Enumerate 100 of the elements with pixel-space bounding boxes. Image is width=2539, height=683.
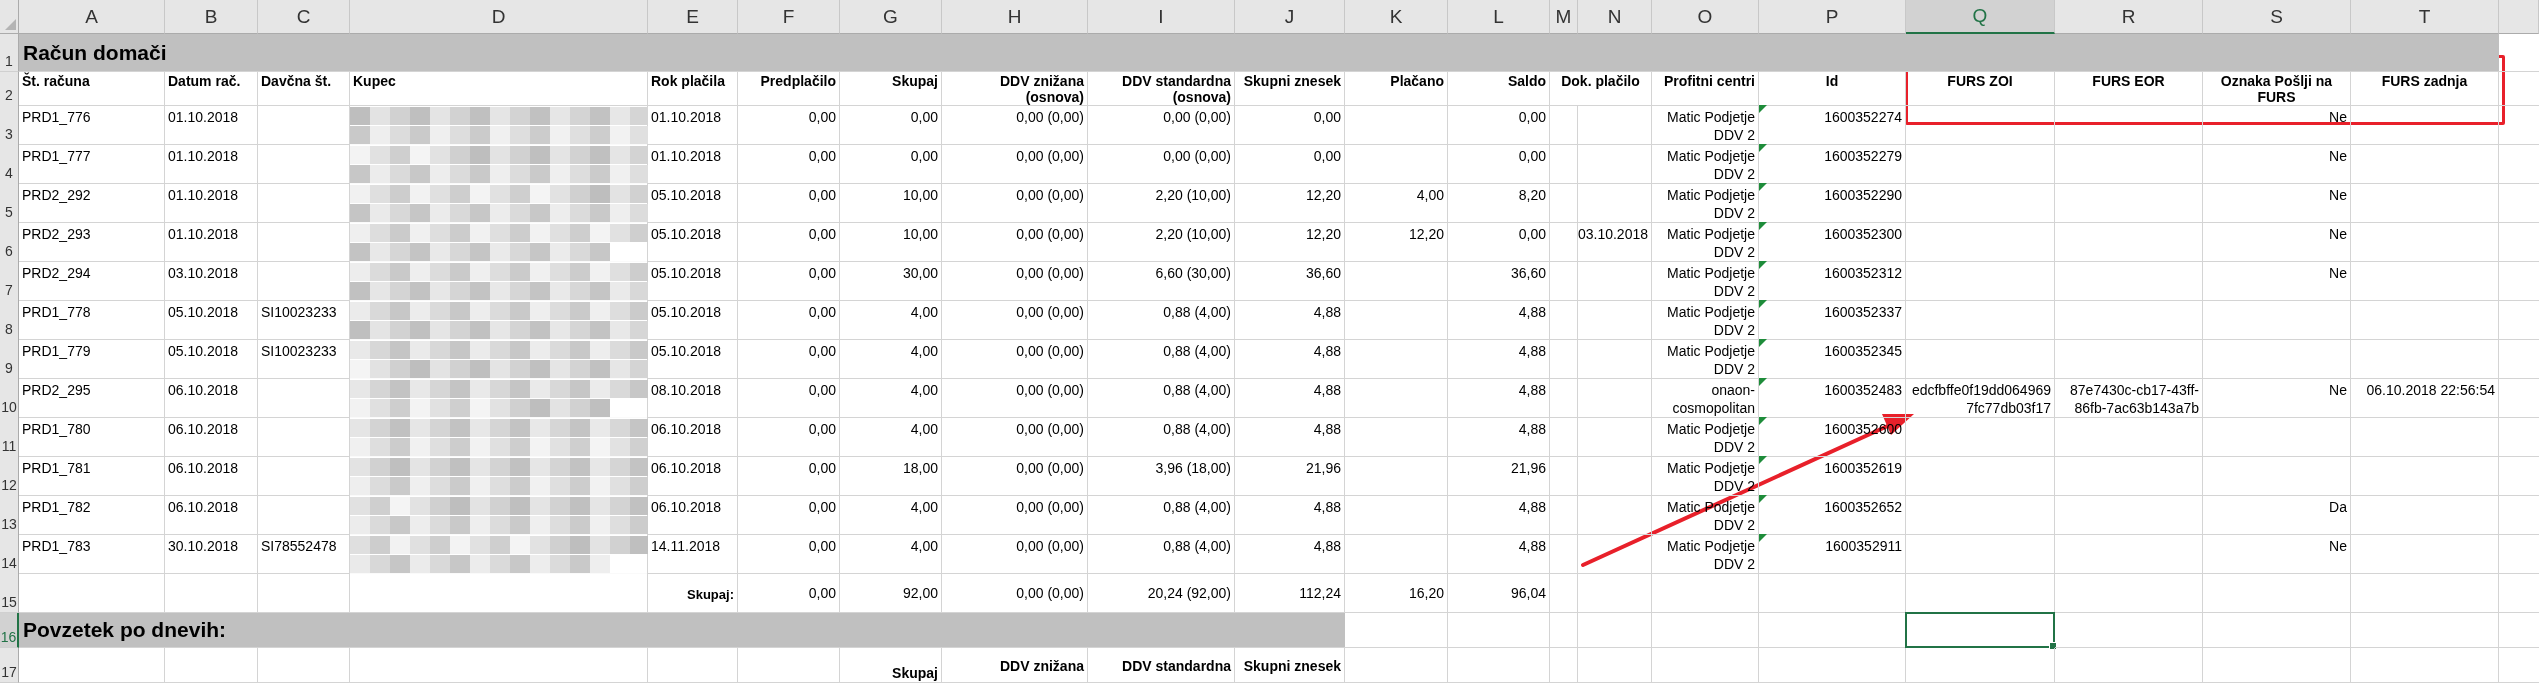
table-cell: 0,00 (0,00) <box>1016 420 1084 438</box>
table-cell: SI10023233 <box>261 303 337 321</box>
table-cell: 4,00 <box>910 420 938 438</box>
column-header[interactable]: S <box>2203 0 2351 34</box>
column-header[interactable]: N <box>1578 0 1652 34</box>
table-cell-text: edcfbffe0f19dd0649697fc77db03f17 <box>1910 381 2051 417</box>
table-cell: 4,88 <box>1313 381 1341 399</box>
column-header[interactable]: D <box>350 0 648 34</box>
table-cell: 0,00 <box>808 186 836 204</box>
table-cell: SI78552478 <box>261 537 337 555</box>
table-cell: 4,00 <box>910 303 938 321</box>
column-title: Skupaj <box>892 664 938 682</box>
table-cell: 0,00 <box>808 537 836 555</box>
table-cell: 0,00 <box>808 459 836 477</box>
table-cell-text: Matic Podjetje DDV 2 <box>1666 264 1755 300</box>
table-cell: 4,88 <box>1313 303 1341 321</box>
row-number[interactable]: 17 <box>0 648 19 683</box>
table-cell: 01.10.2018 <box>168 186 239 204</box>
table-cell: 12,20 <box>1305 225 1341 243</box>
table-cell: 2,20 (10,00) <box>1155 186 1231 204</box>
column-header[interactable]: C <box>258 0 350 34</box>
table-cell: 0,00 (0,00) <box>1016 303 1084 321</box>
row-number[interactable]: 6 <box>0 222 19 262</box>
column-header[interactable]: B <box>165 0 258 34</box>
column-header[interactable]: I <box>1088 0 1235 34</box>
table-cell: 4,88 <box>1518 381 1546 399</box>
table-cell: Ne <box>2329 225 2347 243</box>
table-cell: 08.10.2018 <box>651 381 722 399</box>
row-number[interactable]: 8 <box>0 300 19 340</box>
row-number[interactable]: 13 <box>0 495 19 535</box>
table-cell: 0,88 (4,00) <box>1163 420 1231 438</box>
column-header[interactable]: T <box>2351 0 2499 34</box>
row-number[interactable]: 1 <box>0 34 19 72</box>
row-number[interactable]: 5 <box>0 183 19 223</box>
table-cell: 0,00 <box>808 381 836 399</box>
column-header[interactable]: R <box>2055 0 2203 34</box>
table-cell: Ne <box>2329 186 2347 204</box>
column-title: Skupni znesek <box>1243 73 1341 89</box>
row-number[interactable]: 12 <box>0 456 19 496</box>
table-cell: 0,00 (0,00) <box>1016 459 1084 477</box>
table-cell: PRD2_292 <box>22 186 91 204</box>
table-cell: 4,00 <box>910 342 938 360</box>
fill-handle[interactable] <box>2049 642 2057 650</box>
table-cell: 05.10.2018 <box>651 303 722 321</box>
table-cell: 4,88 <box>1518 537 1546 555</box>
table-cell: 0,00 <box>1518 147 1546 165</box>
table-cell: Da <box>2329 498 2347 516</box>
column-title: FURS EOR <box>2092 73 2165 89</box>
table-cell: PRD1_777 <box>22 147 91 165</box>
table-cell: 05.10.2018 <box>651 264 722 282</box>
table-cell: 0,00 <box>808 108 836 126</box>
row-number[interactable]: 9 <box>0 339 19 379</box>
row-number[interactable]: 4 <box>0 144 19 184</box>
table-cell: 36,60 <box>1305 264 1341 282</box>
column-header[interactable]: Q <box>1906 0 2055 34</box>
table-cell: 1600352619 <box>1824 459 1902 477</box>
column-title: Predplačilo <box>760 73 836 89</box>
section-title: Povzetek po dnevih: <box>23 618 227 642</box>
column-header[interactable]: K <box>1345 0 1448 34</box>
column-header[interactable]: E <box>648 0 738 34</box>
table-cell: PRD1_776 <box>22 108 91 126</box>
column-header[interactable]: J <box>1235 0 1345 34</box>
row-number[interactable]: 15 <box>0 573 19 613</box>
table-cell: 112,24 <box>1299 584 1341 602</box>
table-cell: 05.10.2018 <box>651 225 722 243</box>
row-number[interactable]: 10 <box>0 378 19 418</box>
column-header[interactable]: H <box>942 0 1088 34</box>
table-cell: 0,00 (0,00) <box>1016 342 1084 360</box>
row-number[interactable]: 2 <box>0 72 19 106</box>
column-header[interactable]: G <box>840 0 942 34</box>
column-header[interactable]: M <box>1550 0 1578 34</box>
section-title: Račun domači <box>23 40 167 65</box>
column-header[interactable]: L <box>1448 0 1550 34</box>
table-cell: 1600352483 <box>1824 381 1902 399</box>
table-cell: 1600352274 <box>1824 108 1902 126</box>
row-number[interactable]: 3 <box>0 105 19 145</box>
table-cell: 20,24 (92,00) <box>1147 584 1231 602</box>
row-number[interactable]: 11 <box>0 417 19 457</box>
cell-cursor[interactable] <box>1905 612 2055 648</box>
table-cell: 1600352337 <box>1824 303 1902 321</box>
table-cell: 4,88 <box>1313 342 1341 360</box>
column-title: FURS ZOI <box>1947 73 2013 89</box>
table-cell: 4,88 <box>1518 498 1546 516</box>
table-cell-text: Matic Podjetje DDV 2 <box>1666 420 1755 456</box>
row-number[interactable]: 16 <box>0 613 19 648</box>
column-title: Profitni centri <box>1664 73 1755 89</box>
table-cell: 01.10.2018 <box>168 108 239 126</box>
table-cell: 0,00 (0,00) <box>1016 108 1084 126</box>
table-cell: PRD1_781 <box>22 459 91 477</box>
column-header[interactable]: O <box>1652 0 1759 34</box>
row-number[interactable]: 7 <box>0 261 19 301</box>
table-cell: 0,00 (0,00) <box>1016 498 1084 516</box>
table-cell: 4,88 <box>1518 303 1546 321</box>
column-header[interactable]: P <box>1759 0 1906 34</box>
table-cell-text: Matic Podjetje DDV 2 <box>1666 186 1755 222</box>
table-cell: 0,00 <box>808 584 836 602</box>
row-number[interactable]: 14 <box>0 534 19 574</box>
column-header[interactable]: F <box>738 0 840 34</box>
column-header[interactable]: A <box>19 0 165 34</box>
table-cell: 0,00 (0,00) <box>1163 147 1231 165</box>
